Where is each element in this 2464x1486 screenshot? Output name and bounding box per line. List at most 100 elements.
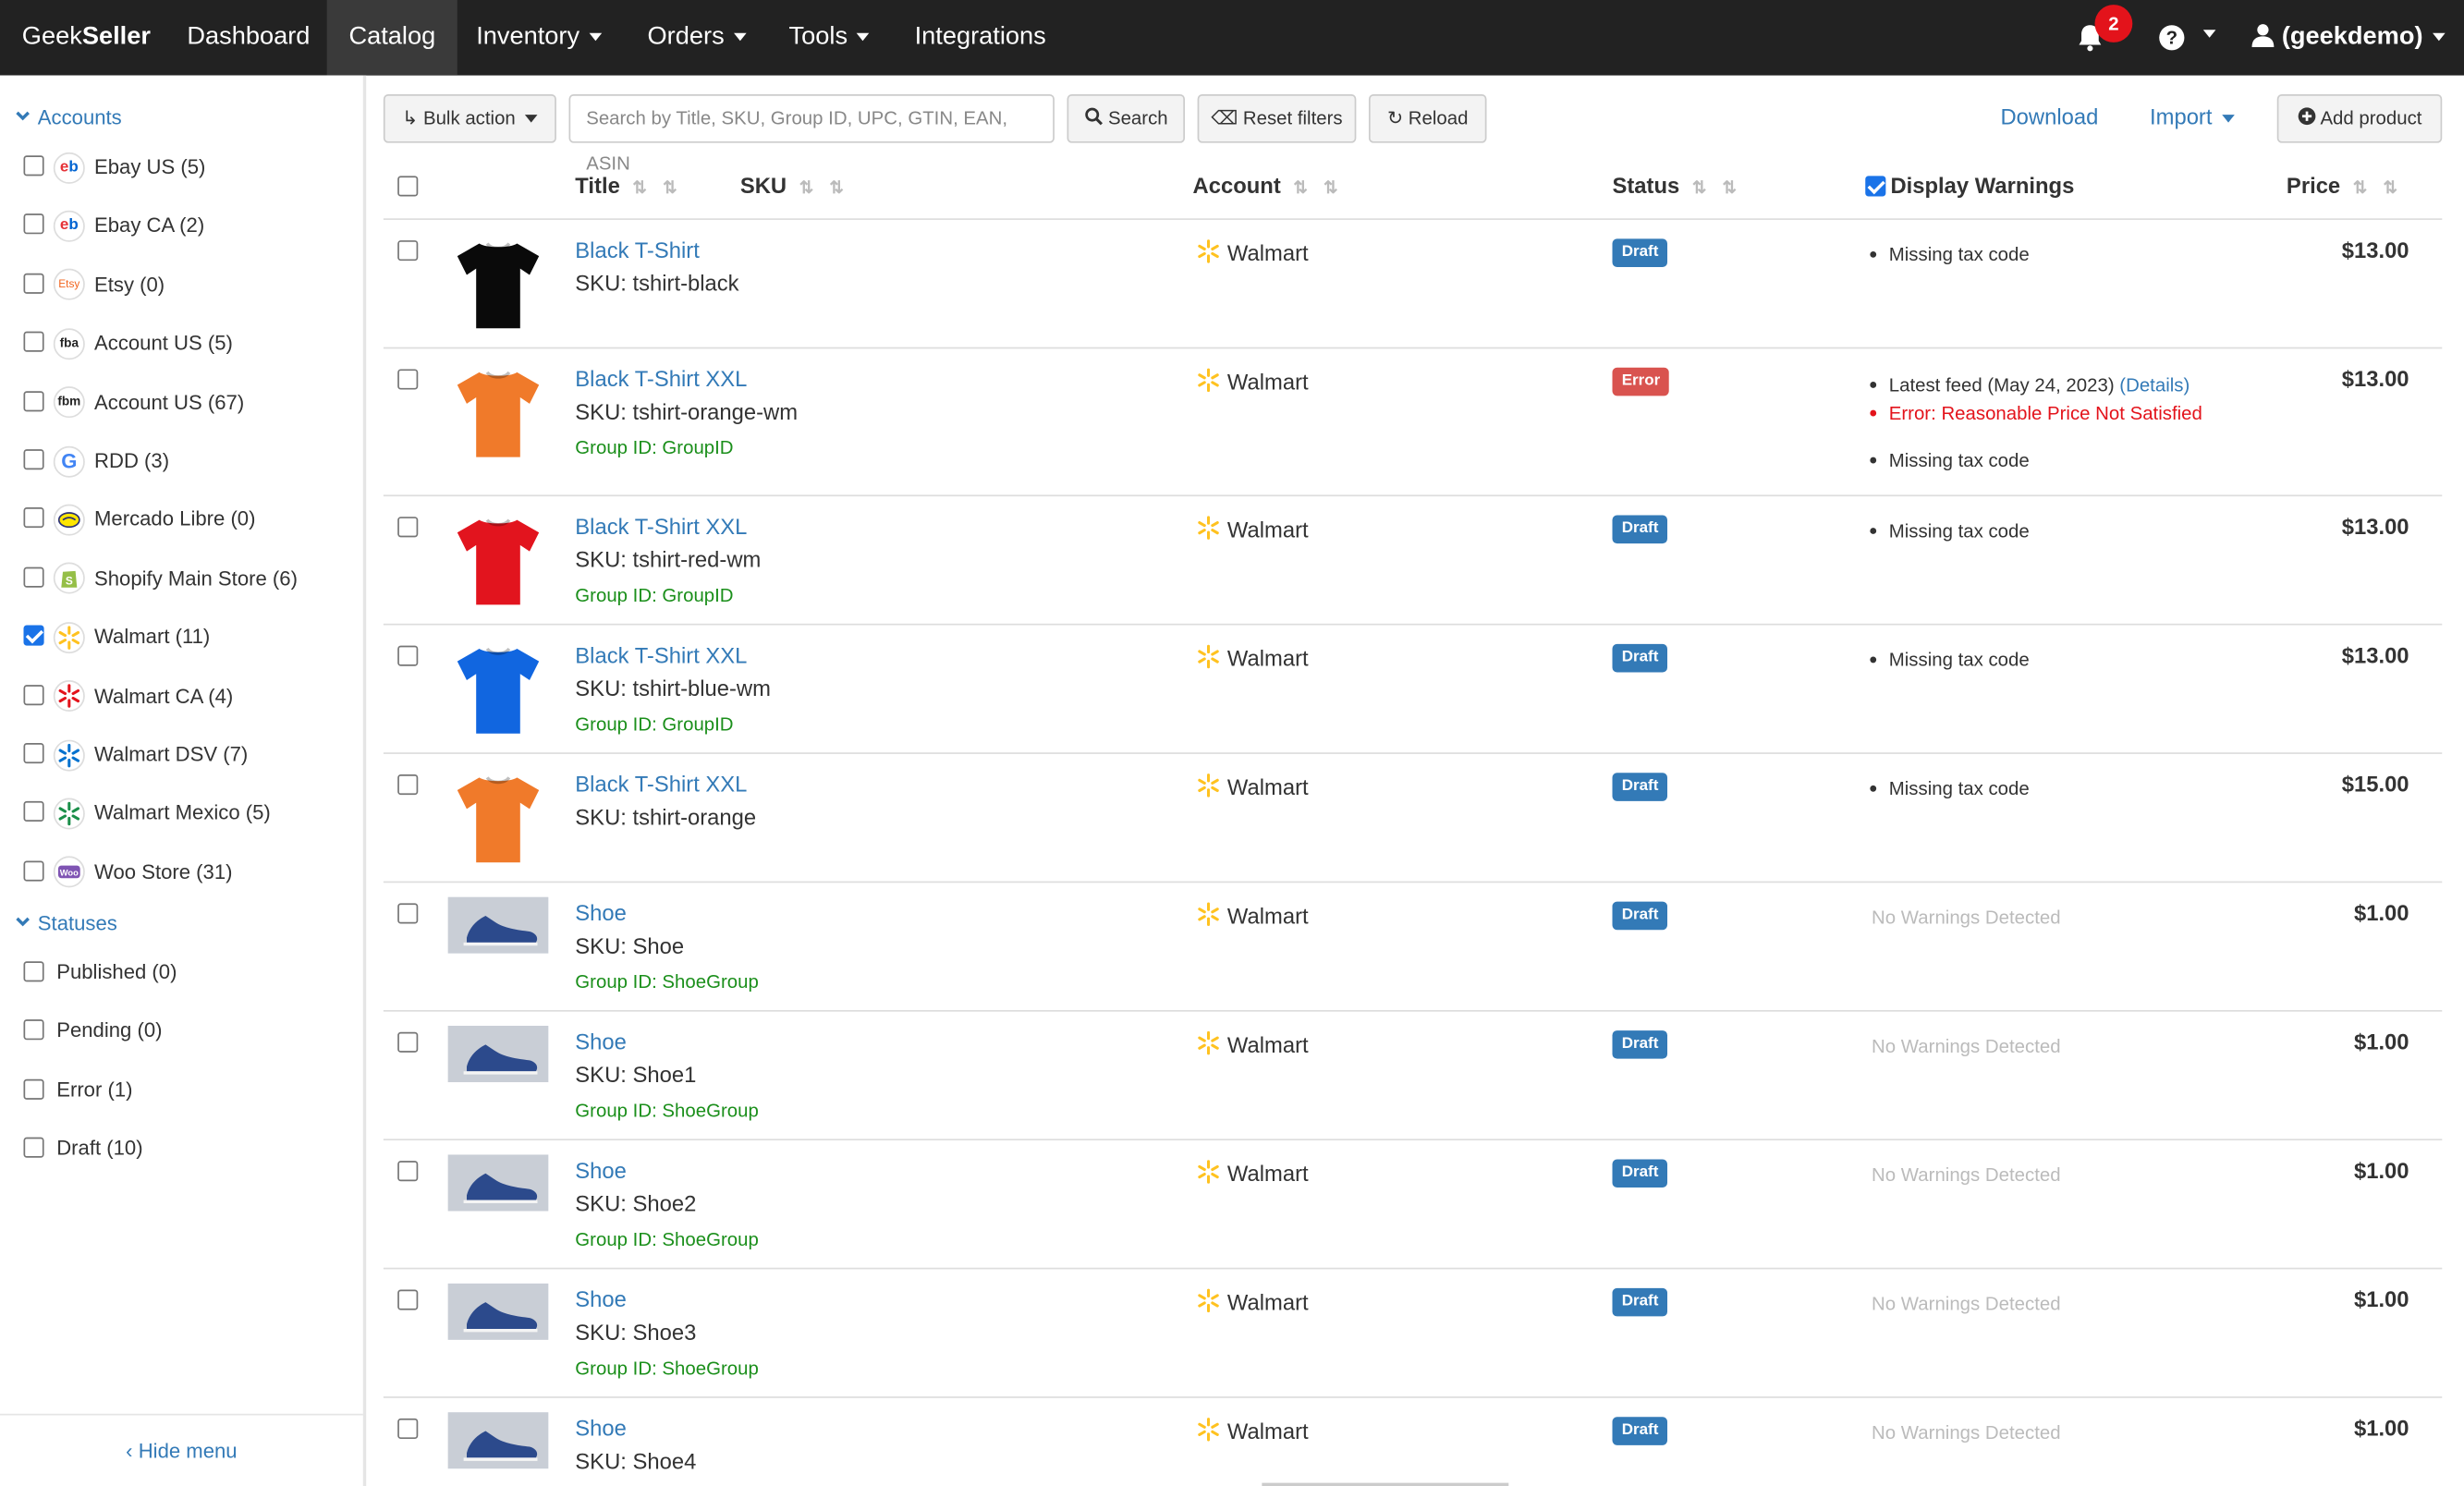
select-all-checkbox[interactable] (397, 176, 419, 197)
product-thumbnail-shoe[interactable] (447, 1412, 549, 1469)
sidebar-account-item[interactable]: Mercado Libre (0) (23, 500, 256, 538)
product-title-link[interactable]: Shoe (575, 1416, 627, 1441)
product-title-link[interactable]: Black T-Shirt (575, 238, 700, 262)
column-sku[interactable]: SKU ⇅⇅ (740, 173, 860, 198)
search-button[interactable]: Search (1067, 93, 1186, 143)
product-thumbnail-tshirt-orange[interactable] (448, 363, 549, 464)
nav-orders[interactable]: Orders (626, 0, 769, 76)
account-checkbox[interactable] (23, 860, 44, 882)
details-link[interactable]: (Details) (2119, 374, 2190, 396)
sidebar-account-item[interactable]: G RDD (3) (23, 442, 169, 480)
account-checkbox[interactable] (23, 566, 44, 588)
accounts-heading[interactable]: Accounts (16, 105, 122, 128)
column-price[interactable]: Price ⇅⇅ (2287, 173, 2413, 198)
import-dropdown[interactable]: Import (2150, 94, 2235, 143)
column-title[interactable]: Title ⇅⇅ (575, 173, 692, 198)
product-title-link[interactable]: Black T-Shirt XXL (575, 772, 747, 797)
statuses-heading[interactable]: Statuses (16, 911, 117, 934)
brand-logo[interactable]: GeekSeller (0, 0, 165, 76)
sidebar-account-item[interactable]: Woo Woo Store (31) (23, 853, 233, 891)
product-title-link[interactable]: Shoe (575, 1286, 627, 1311)
bulk-action-button[interactable]: ↳ Bulk action (383, 93, 556, 143)
account-checkbox[interactable] (23, 507, 44, 529)
display-warnings-toggle[interactable]: Display Warnings (1865, 173, 2074, 198)
sidebar-account-item[interactable]: eb Ebay US (5) (23, 148, 205, 186)
display-warnings-checkbox[interactable] (1865, 176, 1886, 197)
product-thumbnail-tshirt-black[interactable] (448, 234, 549, 335)
product-title-link[interactable]: Black T-Shirt XXL (575, 642, 747, 667)
sidebar-status-item[interactable]: Draft (10) (23, 1129, 143, 1167)
product-title-link[interactable]: Shoe (575, 1158, 627, 1183)
search-input[interactable]: Search by Title, SKU, Group ID, UPC, GTI… (568, 93, 1055, 175)
row-checkbox[interactable] (397, 369, 419, 390)
nav-dashboard[interactable]: Dashboard (165, 0, 333, 76)
row-checkbox[interactable] (397, 240, 419, 262)
row-checkbox[interactable] (397, 903, 419, 924)
status-checkbox[interactable] (23, 1137, 44, 1159)
row-checkbox[interactable] (397, 774, 419, 796)
row-checkbox[interactable] (397, 1289, 419, 1310)
account-checkbox[interactable] (23, 273, 44, 294)
sort-icon[interactable]: ⇅⇅ (2353, 179, 2413, 198)
sort-icon[interactable]: ⇅⇅ (1692, 179, 1752, 198)
account-checkbox[interactable] (23, 801, 44, 822)
chevron-down-icon[interactable] (2202, 30, 2216, 38)
product-thumbnail-shoe[interactable] (447, 1154, 549, 1212)
reset-filters-button[interactable]: ⌫ Reset filters (1197, 93, 1357, 143)
account-checkbox[interactable] (23, 684, 44, 705)
horizontal-scrollbar[interactable] (1262, 1482, 1509, 1486)
product-title-link[interactable]: Shoe (575, 900, 627, 925)
sidebar-status-item[interactable]: Error (1) (23, 1071, 132, 1109)
row-checkbox[interactable] (397, 645, 419, 666)
sidebar-account-item[interactable]: Walmart CA (4) (23, 676, 233, 714)
row-checkbox[interactable] (397, 1031, 419, 1053)
product-thumbnail-shoe[interactable] (447, 1025, 549, 1083)
row-checkbox[interactable] (397, 1418, 419, 1440)
nav-inventory[interactable]: Inventory (454, 0, 623, 76)
sidebar-account-item[interactable]: fbm Account US (67) (23, 383, 245, 420)
product-thumbnail-shoe[interactable] (447, 1283, 549, 1340)
status-checkbox[interactable] (23, 1078, 44, 1100)
sidebar-account-item[interactable]: fba Account US (5) (23, 323, 233, 361)
sidebar-account-item[interactable]: Walmart (11) (23, 617, 210, 655)
add-product-button[interactable]: Add product (2276, 93, 2443, 143)
product-title-link[interactable]: Black T-Shirt XXL (575, 366, 747, 391)
account-checkbox[interactable] (23, 743, 44, 764)
account-checkbox[interactable] (23, 155, 44, 177)
row-checkbox[interactable] (397, 1161, 419, 1182)
account-checkbox[interactable] (23, 449, 44, 470)
nav-catalog[interactable]: Catalog (326, 0, 458, 76)
product-thumbnail-tshirt-red[interactable] (448, 510, 549, 611)
nav-integrations[interactable]: Integrations (893, 0, 1068, 76)
product-thumbnail-tshirt-blue[interactable] (448, 639, 549, 740)
sidebar-account-item[interactable]: eb Ebay CA (2) (23, 206, 204, 244)
product-title-link[interactable]: Shoe (575, 1029, 627, 1054)
sidebar-account-item[interactable]: S Shopify Main Store (6) (23, 559, 298, 597)
column-status[interactable]: Status ⇅⇅ (1613, 173, 1753, 198)
account-checkbox[interactable] (23, 331, 44, 353)
account-checkbox[interactable] (23, 213, 44, 235)
sidebar-account-item[interactable]: Etsy Etsy (0) (23, 265, 165, 303)
user-menu[interactable]: (geekdemo) (2251, 0, 2446, 76)
sort-icon[interactable]: ⇅⇅ (799, 179, 860, 198)
product-thumbnail-shoe[interactable] (447, 896, 549, 954)
sidebar-status-item[interactable]: Pending (0) (23, 1012, 163, 1050)
product-title-link[interactable]: Black T-Shirt XXL (575, 514, 747, 539)
hide-menu-button[interactable]: ‹ Hide menu (0, 1413, 363, 1486)
column-account[interactable]: Account ⇅⇅ (1193, 173, 1354, 198)
download-link[interactable]: Download (2000, 94, 2098, 143)
status-checkbox[interactable] (23, 961, 44, 982)
sidebar-account-item[interactable]: Walmart DSV (7) (23, 736, 249, 773)
nav-tools[interactable]: Tools (767, 0, 892, 76)
product-thumbnail-tshirt-orange[interactable] (448, 768, 549, 869)
sort-icon[interactable]: ⇅⇅ (632, 179, 692, 198)
help-icon[interactable]: ? (2159, 25, 2185, 51)
sort-icon[interactable]: ⇅⇅ (1293, 179, 1353, 198)
account-checkbox[interactable] (23, 625, 44, 646)
status-checkbox[interactable] (23, 1019, 44, 1041)
sidebar-status-item[interactable]: Published (0) (23, 954, 177, 992)
reload-button[interactable]: ↻ Reload (1368, 93, 1487, 143)
row-checkbox[interactable] (397, 517, 419, 538)
sidebar-account-item[interactable]: Walmart Mexico (5) (23, 794, 271, 832)
account-checkbox[interactable] (23, 390, 44, 411)
